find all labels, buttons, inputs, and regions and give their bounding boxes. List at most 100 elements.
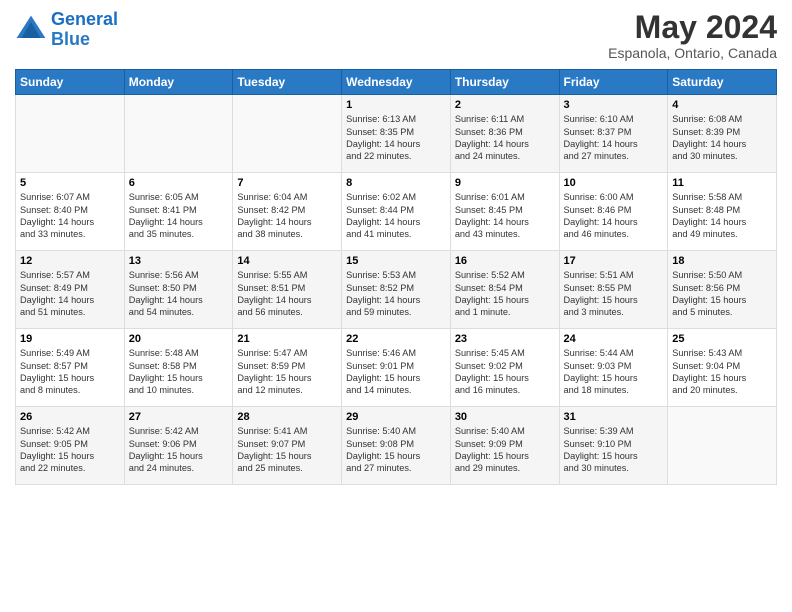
calendar-cell: 27 Sunrise: 5:42 AM Sunset: 9:06 PM Dayli…: [124, 407, 233, 485]
calendar-cell: [233, 95, 342, 173]
day-info: Sunrise: 5:57 AM Sunset: 8:49 PM Dayligh…: [20, 269, 120, 319]
day-info: Sunrise: 5:41 AM Sunset: 9:07 PM Dayligh…: [237, 425, 337, 475]
day-number: 1: [346, 99, 446, 111]
calendar-cell: 28 Sunrise: 5:41 AM Sunset: 9:07 PM Dayli…: [233, 407, 342, 485]
day-number: 6: [129, 177, 229, 189]
logo-blue: Blue: [51, 29, 90, 49]
day-number: 10: [564, 177, 664, 189]
day-number: 12: [20, 255, 120, 267]
day-number: 28: [237, 411, 337, 423]
calendar-cell: 17 Sunrise: 5:51 AM Sunset: 8:55 PM Dayli…: [559, 251, 668, 329]
day-number: 30: [455, 411, 555, 423]
day-info: Sunrise: 5:56 AM Sunset: 8:50 PM Dayligh…: [129, 269, 229, 319]
calendar-cell: 22 Sunrise: 5:46 AM Sunset: 9:01 PM Dayli…: [342, 329, 451, 407]
subtitle: Espanola, Ontario, Canada: [608, 45, 777, 61]
calendar-cell: 6 Sunrise: 6:05 AM Sunset: 8:41 PM Daylig…: [124, 173, 233, 251]
calendar-cell: 4 Sunrise: 6:08 AM Sunset: 8:39 PM Daylig…: [668, 95, 777, 173]
day-number: 8: [346, 177, 446, 189]
day-info: Sunrise: 5:39 AM Sunset: 9:10 PM Dayligh…: [564, 425, 664, 475]
day-number: 13: [129, 255, 229, 267]
calendar-cell: 12 Sunrise: 5:57 AM Sunset: 8:49 PM Dayli…: [16, 251, 125, 329]
calendar-cell: [124, 95, 233, 173]
calendar-week-row: 1 Sunrise: 6:13 AM Sunset: 8:35 PM Daylig…: [16, 95, 777, 173]
day-info: Sunrise: 6:13 AM Sunset: 8:35 PM Dayligh…: [346, 113, 446, 163]
calendar-cell: 5 Sunrise: 6:07 AM Sunset: 8:40 PM Daylig…: [16, 173, 125, 251]
calendar-cell: 23 Sunrise: 5:45 AM Sunset: 9:02 PM Dayli…: [450, 329, 559, 407]
day-number: 18: [672, 255, 772, 267]
weekday-header: Thursday: [450, 70, 559, 95]
day-info: Sunrise: 5:48 AM Sunset: 8:58 PM Dayligh…: [129, 347, 229, 397]
day-info: Sunrise: 5:49 AM Sunset: 8:57 PM Dayligh…: [20, 347, 120, 397]
day-number: 22: [346, 333, 446, 345]
day-info: Sunrise: 5:58 AM Sunset: 8:48 PM Dayligh…: [672, 191, 772, 241]
day-info: Sunrise: 6:05 AM Sunset: 8:41 PM Dayligh…: [129, 191, 229, 241]
day-info: Sunrise: 5:46 AM Sunset: 9:01 PM Dayligh…: [346, 347, 446, 397]
day-number: 20: [129, 333, 229, 345]
day-number: 25: [672, 333, 772, 345]
day-number: 15: [346, 255, 446, 267]
logo-icon: [15, 14, 47, 46]
calendar-cell: [16, 95, 125, 173]
day-number: 4: [672, 99, 772, 111]
calendar-cell: 14 Sunrise: 5:55 AM Sunset: 8:51 PM Dayli…: [233, 251, 342, 329]
day-number: 19: [20, 333, 120, 345]
calendar-cell: 7Sunrise: 6:04 AM Sunset: 8:42 PM Daylig…: [233, 173, 342, 251]
day-number: 14: [237, 255, 337, 267]
main-title: May 2024: [608, 10, 777, 45]
day-info: Sunrise: 6:08 AM Sunset: 8:39 PM Dayligh…: [672, 113, 772, 163]
weekday-header: Sunday: [16, 70, 125, 95]
weekday-header: Tuesday: [233, 70, 342, 95]
day-number: 17: [564, 255, 664, 267]
logo-text: General Blue: [51, 10, 118, 50]
day-info: Sunrise: 5:45 AM Sunset: 9:02 PM Dayligh…: [455, 347, 555, 397]
calendar-cell: 30 Sunrise: 5:40 AM Sunset: 9:09 PM Dayli…: [450, 407, 559, 485]
day-info: Sunrise: 5:51 AM Sunset: 8:55 PM Dayligh…: [564, 269, 664, 319]
day-info: Sunrise: 6:00 AM Sunset: 8:46 PM Dayligh…: [564, 191, 664, 241]
calendar-cell: 9Sunrise: 6:01 AM Sunset: 8:45 PM Daylig…: [450, 173, 559, 251]
day-info: Sunrise: 5:52 AM Sunset: 8:54 PM Dayligh…: [455, 269, 555, 319]
day-info: Sunrise: 5:43 AM Sunset: 9:04 PM Dayligh…: [672, 347, 772, 397]
header-row: SundayMondayTuesdayWednesdayThursdayFrid…: [16, 70, 777, 95]
day-info: Sunrise: 5:40 AM Sunset: 9:08 PM Dayligh…: [346, 425, 446, 475]
day-info: Sunrise: 6:02 AM Sunset: 8:44 PM Dayligh…: [346, 191, 446, 241]
calendar-cell: 11 Sunrise: 5:58 AM Sunset: 8:48 PM Dayli…: [668, 173, 777, 251]
day-info: Sunrise: 5:42 AM Sunset: 9:05 PM Dayligh…: [20, 425, 120, 475]
day-info: Sunrise: 5:47 AM Sunset: 8:59 PM Dayligh…: [237, 347, 337, 397]
day-info: Sunrise: 6:10 AM Sunset: 8:37 PM Dayligh…: [564, 113, 664, 163]
day-info: Sunrise: 6:11 AM Sunset: 8:36 PM Dayligh…: [455, 113, 555, 163]
calendar-week-row: 26 Sunrise: 5:42 AM Sunset: 9:05 PM Dayli…: [16, 407, 777, 485]
calendar-week-row: 19 Sunrise: 5:49 AM Sunset: 8:57 PM Dayli…: [16, 329, 777, 407]
day-info: Sunrise: 5:55 AM Sunset: 8:51 PM Dayligh…: [237, 269, 337, 319]
weekday-header: Monday: [124, 70, 233, 95]
day-number: 5: [20, 177, 120, 189]
day-number: 23: [455, 333, 555, 345]
day-number: 3: [564, 99, 664, 111]
day-number: 7: [237, 177, 337, 189]
page: General Blue May 2024 Espanola, Ontario,…: [0, 0, 792, 612]
weekday-header: Friday: [559, 70, 668, 95]
day-number: 31: [564, 411, 664, 423]
calendar-week-row: 5 Sunrise: 6:07 AM Sunset: 8:40 PM Daylig…: [16, 173, 777, 251]
day-number: 11: [672, 177, 772, 189]
day-number: 26: [20, 411, 120, 423]
weekday-header: Wednesday: [342, 70, 451, 95]
day-info: Sunrise: 6:07 AM Sunset: 8:40 PM Dayligh…: [20, 191, 120, 241]
day-info: Sunrise: 5:40 AM Sunset: 9:09 PM Dayligh…: [455, 425, 555, 475]
calendar-cell: 3 Sunrise: 6:10 AM Sunset: 8:37 PM Daylig…: [559, 95, 668, 173]
day-number: 27: [129, 411, 229, 423]
day-info: Sunrise: 5:50 AM Sunset: 8:56 PM Dayligh…: [672, 269, 772, 319]
calendar-cell: 15 Sunrise: 5:53 AM Sunset: 8:52 PM Dayli…: [342, 251, 451, 329]
day-info: Sunrise: 5:42 AM Sunset: 9:06 PM Dayligh…: [129, 425, 229, 475]
calendar-cell: 16 Sunrise: 5:52 AM Sunset: 8:54 PM Dayli…: [450, 251, 559, 329]
calendar-cell: [668, 407, 777, 485]
day-number: 16: [455, 255, 555, 267]
calendar-cell: 19 Sunrise: 5:49 AM Sunset: 8:57 PM Dayli…: [16, 329, 125, 407]
calendar-cell: 26 Sunrise: 5:42 AM Sunset: 9:05 PM Dayli…: [16, 407, 125, 485]
calendar-cell: 8 Sunrise: 6:02 AM Sunset: 8:44 PM Daylig…: [342, 173, 451, 251]
day-number: 2: [455, 99, 555, 111]
calendar-cell: 1 Sunrise: 6:13 AM Sunset: 8:35 PM Daylig…: [342, 95, 451, 173]
day-info: Sunrise: 5:53 AM Sunset: 8:52 PM Dayligh…: [346, 269, 446, 319]
logo: General Blue: [15, 10, 118, 50]
calendar-cell: 2 Sunrise: 6:11 AM Sunset: 8:36 PM Daylig…: [450, 95, 559, 173]
calendar-cell: 25 Sunrise: 5:43 AM Sunset: 9:04 PM Dayli…: [668, 329, 777, 407]
